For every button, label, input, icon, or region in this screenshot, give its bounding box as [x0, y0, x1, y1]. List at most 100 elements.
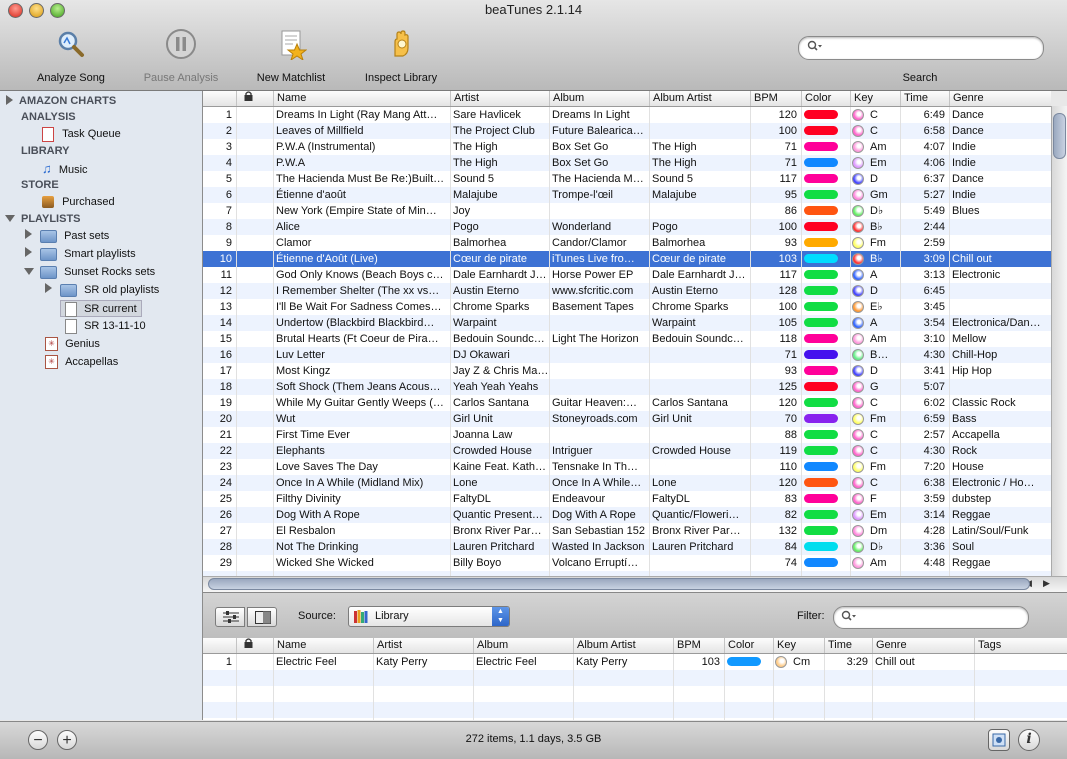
cell-n: 6: [225, 189, 232, 201]
table-row[interactable]: 5 The Hacienda Must Be Re:)Built… Sound 5 T…: [203, 171, 1051, 187]
sidebar-item-purchased[interactable]: Purchased: [0, 194, 202, 211]
table-row[interactable]: 4 P.W.A The High Box Set Go The High 71 Em 4:06…: [203, 155, 1051, 171]
table-row[interactable]: 18 Soft Shock (Them Jeans Acous… Yeah Yeah…: [203, 379, 1051, 395]
sidebar-item-genius[interactable]: ✳ Genius: [0, 336, 202, 353]
sidebar-section-library: LIBRARY: [0, 143, 202, 160]
filter-input[interactable]: [858, 610, 1022, 624]
sidebar-item-sr-old-playlists[interactable]: SR old playlists: [0, 282, 202, 299]
artwork-toggle-button[interactable]: [988, 729, 1010, 751]
disclosure-triangle-icon[interactable]: [25, 229, 32, 239]
table-row[interactable]: 19 While My Guitar Gently Weeps (… Carlos …: [203, 395, 1051, 411]
disclosure-triangle-icon[interactable]: [24, 268, 34, 275]
vertical-scroll-thumb[interactable]: [1053, 113, 1066, 159]
table-row[interactable]: 23 Love Saves The Day Kaine Feat. Kath… Ten…: [203, 459, 1051, 475]
column-header-album[interactable]: Album: [473, 638, 573, 653]
inspect-library-button[interactable]: Inspect Library: [346, 28, 456, 84]
new-matchlist-button[interactable]: New Matchlist: [236, 28, 346, 84]
table-row[interactable]: 3 P.W.A (Instrumental) The High Box Set Go T…: [203, 139, 1051, 155]
column-header-index[interactable]: [203, 638, 236, 653]
table-row[interactable]: 26 Dog With A Rope Quantic Present… Dog Wit…: [203, 507, 1051, 523]
column-header-album-artist[interactable]: Album Artist: [573, 638, 673, 653]
sidebar-item-accapellas[interactable]: ✳ Accapellas: [0, 354, 202, 371]
table-row[interactable]: 21 First Time Ever Joanna Law 88 C 2:57 Accape…: [203, 427, 1051, 443]
search-input[interactable]: [825, 40, 1039, 54]
column-header-lock[interactable]: [236, 91, 273, 106]
column-header-genre[interactable]: Genre: [949, 91, 1051, 106]
table-row[interactable]: 10 Étienne d'Août (Live) Cœur de pirate iTu…: [203, 251, 1051, 267]
table-row[interactable]: 7 New York (Empire State of Min… Joy 86 D♭ 5:…: [203, 203, 1051, 219]
table-row[interactable]: 11 God Only Knows (Beach Boys c… Dale Earn…: [203, 267, 1051, 283]
cell-lock: [236, 347, 273, 363]
sidebar-item-sunset-rocks-sets[interactable]: Sunset Rocks sets: [0, 264, 202, 281]
horizontal-scroll-thumb[interactable]: [208, 578, 1030, 590]
table-row[interactable]: 20 Wut Girl Unit Stoneyroads.com Girl Unit 70…: [203, 411, 1051, 427]
pause-analysis-button[interactable]: Pause Analysis: [126, 28, 236, 84]
sidebar-item-sr-current[interactable]: SR current: [60, 300, 142, 317]
column-header-artist[interactable]: Artist: [450, 91, 549, 106]
scroll-right-arrow-icon[interactable]: ▶: [1043, 578, 1050, 589]
cell-genre: Chill-Hop: [952, 349, 998, 361]
column-header-bpm[interactable]: BPM: [673, 638, 724, 653]
filter-field[interactable]: [833, 606, 1029, 629]
table-row[interactable]: 29 Wicked She Wicked Billy Boyo Volcano Err…: [203, 555, 1051, 571]
info-button[interactable]: i: [1018, 729, 1040, 751]
column-header-album-artist[interactable]: Album Artist: [649, 91, 750, 106]
disclosure-triangle-icon[interactable]: [25, 247, 32, 257]
search-field[interactable]: [798, 36, 1044, 60]
table-row[interactable]: 1 Electric Feel Katy Perry Electric Feel Kat…: [203, 654, 1067, 670]
source-select[interactable]: Library ▲ ▼: [348, 606, 510, 627]
table-row[interactable]: 15 Brutal Hearts (Ft Coeur de Pira… Bedoui…: [203, 331, 1051, 347]
table-row[interactable]: 22 Elephants Crowded House Intriguer Crowded…: [203, 443, 1051, 459]
column-header-artist[interactable]: Artist: [373, 638, 473, 653]
cell-genre: Bass: [952, 413, 977, 425]
table-row[interactable]: 24 Once In A While (Midland Mix) Lone Once …: [203, 475, 1051, 491]
column-header-album[interactable]: Album: [549, 91, 649, 106]
vertical-scrollbar[interactable]: [1051, 106, 1067, 576]
sidebar-item-smart-playlists[interactable]: Smart playlists: [0, 246, 202, 263]
panel-settings-button[interactable]: [215, 607, 245, 627]
analyze-song-button[interactable]: Analyze Song: [16, 28, 126, 84]
sidebar-section-amazon-charts[interactable]: AMAZON CHARTS: [0, 93, 202, 110]
disclosure-triangle-icon[interactable]: [5, 215, 15, 222]
column-header-name[interactable]: Name: [273, 91, 450, 106]
column-header-index[interactable]: [203, 91, 236, 106]
disclosure-triangle-icon[interactable]: [6, 95, 13, 105]
column-header-bpm[interactable]: BPM: [750, 91, 801, 106]
sidebar-item-task-queue[interactable]: Task Queue: [0, 126, 202, 143]
cell-color: [801, 267, 850, 283]
sidebar-item-past-sets[interactable]: Past sets: [0, 228, 202, 245]
column-header-color[interactable]: Color: [724, 638, 773, 653]
disclosure-triangle-icon[interactable]: [45, 283, 52, 293]
column-header-key[interactable]: Key: [850, 91, 900, 106]
column-header-genre[interactable]: Genre: [872, 638, 974, 653]
table-row[interactable]: 27 El Resbalon Bronx River Par… San Sebasti…: [203, 523, 1051, 539]
key-wheel-icon: [852, 157, 864, 169]
table-row[interactable]: 6 Étienne d'août Malajube Trompe-l'œil Malaj…: [203, 187, 1051, 203]
table-row[interactable]: 25 Filthy Divinity FaltyDL Endeavour FaltyDL…: [203, 491, 1051, 507]
table-row[interactable]: 17 Most Kingz Jay Z & Chris Ma… 93 D 3:41 Hip …: [203, 363, 1051, 379]
table-row[interactable]: 9 Clamor Balmorhea Candor/Clamor Balmorhea 93…: [203, 235, 1051, 251]
table-row[interactable]: 16 Luv Letter DJ Okawari 71 B… 4:30 Chill-Hop: [203, 347, 1051, 363]
sidebar-section-playlists[interactable]: PLAYLISTS: [0, 211, 202, 228]
table-row[interactable]: 2 Leaves of Millfield The Project Club Futu…: [203, 123, 1051, 139]
select-arrows-icon[interactable]: ▲ ▼: [492, 607, 509, 626]
column-header-color[interactable]: Color: [801, 91, 850, 106]
table-row[interactable]: 8 Alice Pogo Wonderland Pogo 100 B♭ 2:44: [203, 219, 1051, 235]
sidebar-item-sr-13-11-10[interactable]: SR 13-11-10: [0, 318, 202, 335]
cell-album: Future Balearica…: [552, 125, 644, 137]
table-row[interactable]: 28 Not The Drinking Lauren Pritchard Wasted…: [203, 539, 1051, 555]
column-separator: [373, 654, 374, 720]
table-row[interactable]: 13 I'll Be Wait For Sadness Comes… Chrome …: [203, 299, 1051, 315]
table-row[interactable]: 1 Dreams In Light (Ray Mang Att… Sare Havl…: [203, 107, 1051, 123]
cell-genre: House: [952, 461, 984, 473]
column-header-key[interactable]: Key: [773, 638, 824, 653]
column-header-tags[interactable]: Tags: [974, 638, 1067, 653]
table-row[interactable]: 14 Undertow (Blackbird Blackbird… Warpaint…: [203, 315, 1051, 331]
column-header-name[interactable]: Name: [273, 638, 373, 653]
panel-view-toggle-button[interactable]: [247, 607, 277, 627]
column-header-time[interactable]: Time: [900, 91, 949, 106]
column-header-time[interactable]: Time: [824, 638, 872, 653]
column-header-lock[interactable]: [236, 638, 273, 653]
sidebar-item-music[interactable]: ♫ Music: [0, 160, 202, 177]
table-row[interactable]: 12 I Remember Shelter (The xx vs… Austin E…: [203, 283, 1051, 299]
